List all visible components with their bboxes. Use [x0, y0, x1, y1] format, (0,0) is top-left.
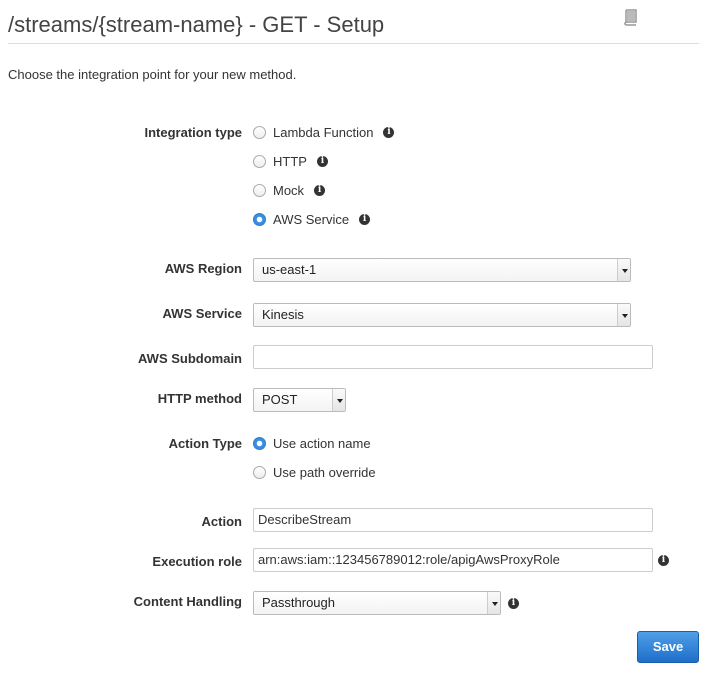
http-method-select[interactable]: POST	[253, 388, 346, 412]
aws-region-value: us-east-1	[262, 262, 317, 277]
aws-subdomain-label: AWS Subdomain	[138, 351, 242, 366]
action-label: Action	[201, 514, 242, 529]
action-input[interactable]: DescribeStream	[253, 508, 653, 532]
integration-option-mock[interactable]: Mock i	[253, 183, 326, 198]
action-type-option-path[interactable]: Use path override	[253, 465, 376, 480]
integration-option-mock-label: Mock	[273, 183, 305, 198]
page-title: /streams/{stream-name} - GET - Setup	[8, 12, 385, 37]
page-subtitle: Choose the integration point for your ne…	[8, 67, 297, 82]
content-handling-value: Passthrough	[262, 595, 335, 610]
info-icon[interactable]: i	[316, 156, 328, 167]
chevron-down-icon	[617, 304, 630, 326]
action-type-option-name-label: Use action name	[273, 436, 371, 451]
action-type-option-name[interactable]: Use action name	[253, 436, 371, 451]
execution-role-input[interactable]: arn:aws:iam::123456789012:role/apigAwsPr…	[253, 548, 653, 572]
integration-option-lambda-label: Lambda Function	[273, 125, 374, 140]
info-icon[interactable]: i	[359, 214, 371, 225]
action-type-label: Action Type	[168, 436, 242, 451]
content-handling-label: Content Handling	[133, 594, 242, 609]
integration-option-aws-service-label: AWS Service	[273, 212, 350, 227]
integration-option-aws-service[interactable]: AWS Service i	[253, 212, 371, 227]
chevron-down-icon	[487, 592, 500, 614]
info-icon[interactable]: i	[314, 185, 326, 196]
radio-use-action-name[interactable]	[253, 437, 266, 450]
radio-http[interactable]	[253, 155, 266, 168]
radio-mock[interactable]	[253, 184, 266, 197]
aws-service-label: AWS Service	[162, 306, 243, 321]
integration-option-http[interactable]: HTTP i	[253, 154, 328, 169]
chevron-down-icon	[617, 259, 630, 281]
content-handling-select[interactable]: Passthrough	[253, 591, 501, 615]
radio-aws-service[interactable]	[253, 213, 266, 226]
book-icon[interactable]	[622, 8, 640, 26]
aws-service-select[interactable]: Kinesis	[253, 303, 631, 327]
header-divider	[8, 43, 699, 44]
integration-type-label: Integration type	[144, 125, 242, 140]
aws-region-label: AWS Region	[164, 261, 242, 276]
info-icon[interactable]: i	[508, 598, 519, 609]
integration-option-lambda[interactable]: Lambda Function i	[253, 125, 395, 140]
save-button[interactable]: Save	[637, 631, 699, 663]
info-icon[interactable]: i	[658, 555, 669, 566]
radio-use-path-override[interactable]	[253, 466, 266, 479]
aws-subdomain-input[interactable]	[253, 345, 653, 369]
aws-service-value: Kinesis	[262, 307, 304, 322]
action-type-option-path-label: Use path override	[273, 465, 376, 480]
radio-lambda[interactable]	[253, 126, 266, 139]
http-method-value: POST	[262, 392, 298, 407]
info-icon[interactable]: i	[383, 127, 395, 138]
chevron-down-icon	[332, 389, 345, 411]
http-method-label: HTTP method	[157, 391, 242, 406]
aws-region-select[interactable]: us-east-1	[253, 258, 631, 282]
execution-role-label: Execution role	[152, 554, 242, 569]
integration-option-http-label: HTTP	[273, 154, 307, 169]
